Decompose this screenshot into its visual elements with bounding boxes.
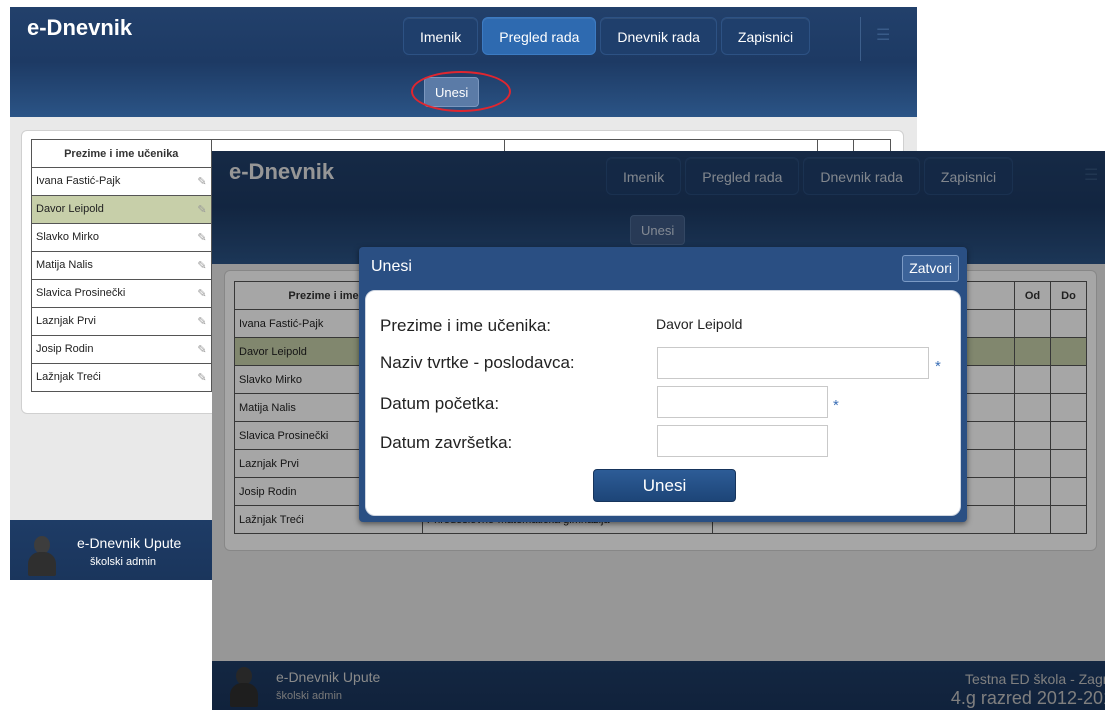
student-value: Davor Leipold [656,316,743,332]
help-link[interactable]: e-Dnevnik Upute [77,535,181,551]
tab-pregled-rada[interactable]: Pregled rada [482,17,597,55]
company-input[interactable] [657,347,929,379]
company-label: Naziv tvrtke - poslodavca: [380,353,575,372]
highlight-circle [411,71,511,112]
required-mark: * [935,358,941,375]
student-label: Prezime i ime učenika: [380,316,552,335]
dialog-body: Prezime i ime učenika: Davor Leipold Naz… [365,290,961,516]
user-avatar-icon [28,536,56,576]
edit-pencil-icon[interactable]: ✎ [197,343,206,356]
start-date-input[interactable] [657,386,828,418]
end-date-label: Datum završetka: [380,433,513,452]
unesi-dialog: Unesi Zatvori Prezime i ime učenika: Dav… [359,247,967,522]
submit-button[interactable]: Unesi [593,469,736,502]
hamburger-menu-icon[interactable]: ☰ [876,25,890,45]
end-date-input[interactable] [657,425,828,457]
user-role: školski admin [90,556,157,568]
edit-pencil-icon[interactable]: ✎ [197,287,206,300]
edit-pencil-icon[interactable]: ✎ [197,231,206,244]
column-header-student: Prezime i ime učenika [31,139,212,168]
tab-zapisnici[interactable]: Zapisnici [720,17,811,55]
main-nav: Imenik Pregled rada Dnevnik rada Zapisni… [403,17,811,55]
tab-dnevnik-rada[interactable]: Dnevnik rada [600,17,717,55]
dialog-title: Unesi [371,258,412,275]
edit-pencil-icon[interactable]: ✎ [197,315,206,328]
edit-pencil-icon[interactable]: ✎ [197,371,206,384]
edit-pencil-icon[interactable]: ✎ [197,175,206,188]
edit-pencil-icon[interactable]: ✎ [197,259,206,272]
nav-divider [860,17,861,61]
required-mark: * [833,397,839,414]
header-bar: e-Dnevnik Imenik Pregled rada Dnevnik ra… [10,7,917,117]
edit-pencil-icon[interactable]: ✎ [197,203,206,216]
app-logo: e-Dnevnik [27,15,133,40]
start-date-label: Datum početka: [380,394,500,413]
tab-imenik[interactable]: Imenik [403,17,479,55]
close-button[interactable]: Zatvori [902,255,959,282]
